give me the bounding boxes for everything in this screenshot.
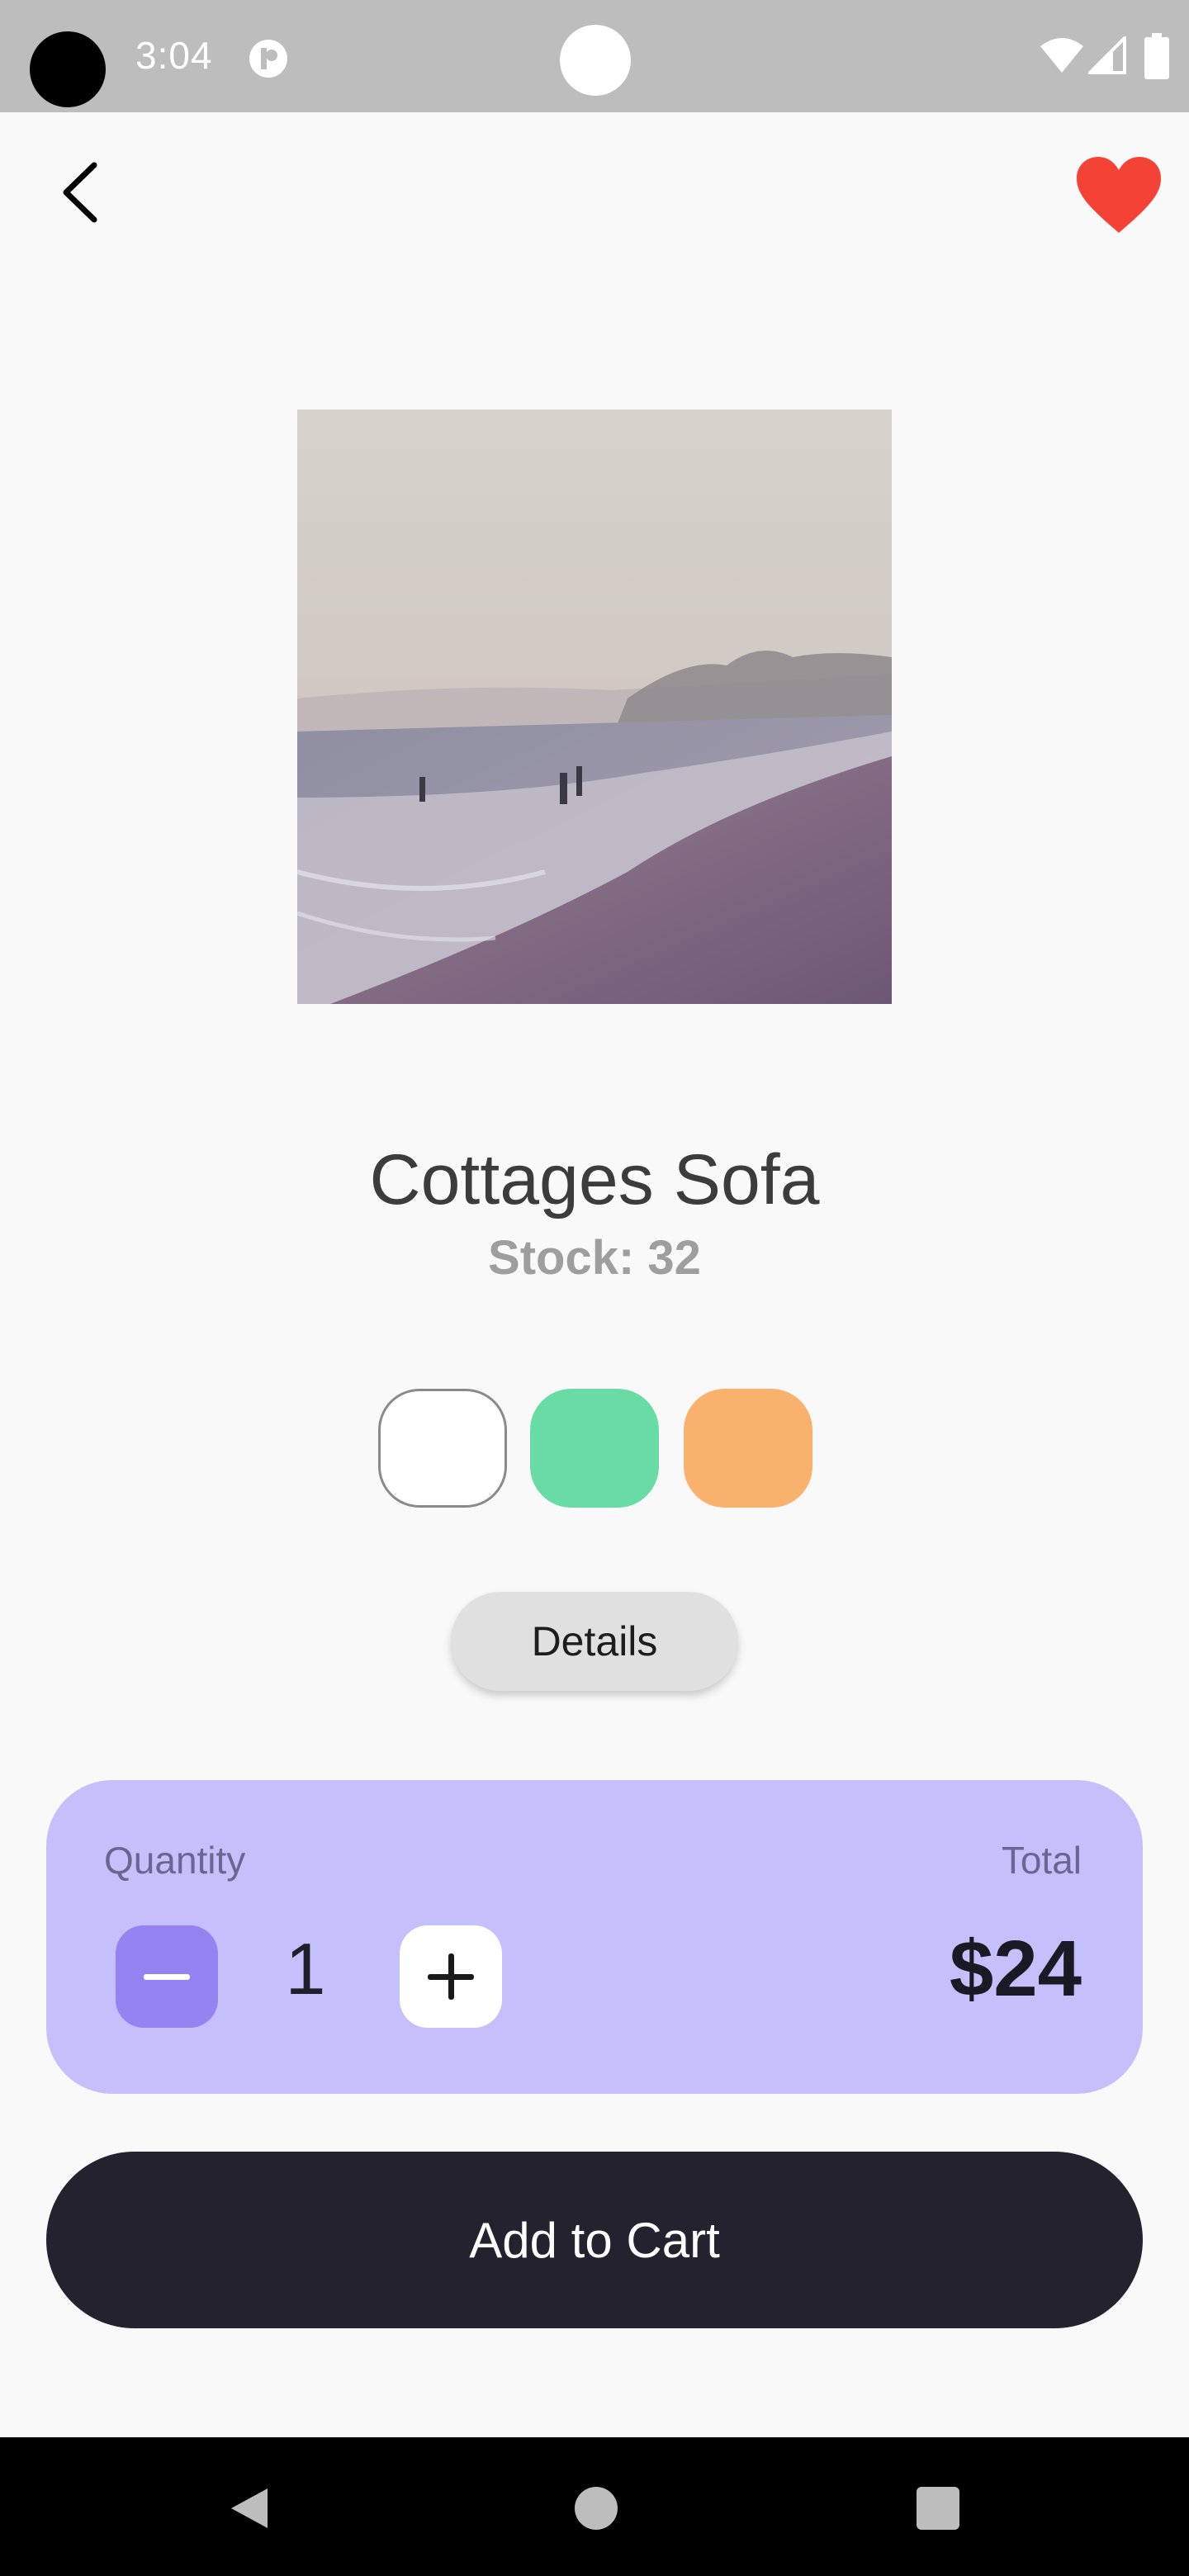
nav-recents-icon[interactable] <box>917 2487 959 2530</box>
product-image <box>297 410 892 1004</box>
quantity-label: Quantity <box>104 1839 246 1882</box>
battery-icon <box>1144 33 1169 79</box>
stock-count: Stock: 32 <box>488 1231 701 1285</box>
wifi-icon <box>1040 38 1083 73</box>
status-time: 3:04 <box>135 34 213 77</box>
color-option-white[interactable] <box>378 1389 507 1508</box>
signal-icon <box>1088 36 1126 74</box>
quantity-value: 1 <box>285 1928 326 2010</box>
camera-cutout <box>30 31 106 107</box>
decrease-quantity-button[interactable] <box>116 1925 218 2028</box>
app-notification-icon <box>249 40 287 78</box>
details-button[interactable]: Details <box>451 1592 738 1691</box>
favorite-heart-icon[interactable] <box>1073 154 1164 236</box>
color-option-orange[interactable] <box>684 1389 812 1508</box>
nav-back-icon[interactable] <box>226 2485 272 2531</box>
total-price: $24 <box>949 1925 1082 2013</box>
front-sensor <box>560 25 631 96</box>
product-title: Cottages Sofa <box>369 1140 820 1219</box>
add-to-cart-button[interactable]: Add to Cart <box>46 2152 1143 2328</box>
nav-home-icon[interactable] <box>575 2487 618 2530</box>
increase-quantity-button[interactable] <box>400 1925 502 2028</box>
total-label: Total <box>1001 1839 1082 1882</box>
back-arrow-icon[interactable] <box>50 155 116 230</box>
color-option-green[interactable] <box>530 1389 659 1508</box>
